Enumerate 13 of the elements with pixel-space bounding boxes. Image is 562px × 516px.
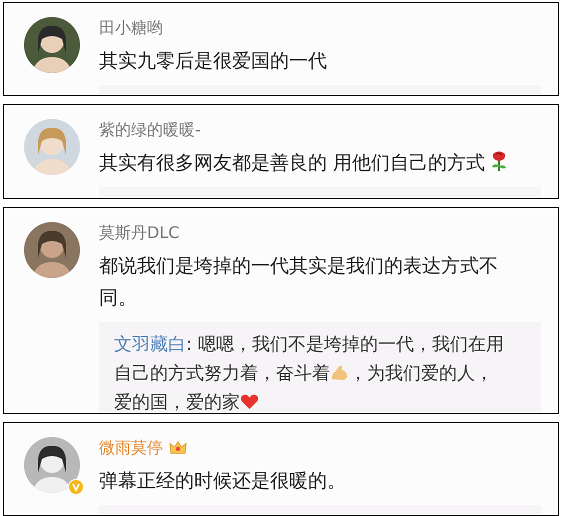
comment-text: 其实有很多网友都是善良的 用他们自己的方式 <box>99 147 519 180</box>
reply-author[interactable]: 文羽藏白 <box>114 334 186 355</box>
author-name[interactable]: 莫斯丹DLC <box>99 222 180 244</box>
comment-text: 其实九零后是很爱国的一代 <box>99 49 328 74</box>
heart-icon <box>240 392 259 410</box>
flexed-arm-icon <box>330 364 349 381</box>
author-name[interactable]: 微雨莫停 <box>99 436 163 459</box>
author-name[interactable]: 紫的绿的暖暖- <box>99 119 201 142</box>
author-name[interactable]: 田小糖哟 <box>99 17 163 39</box>
comment-text: 都说我们是垮掉的一代其实是我们的表达方式不同。 <box>99 254 499 311</box>
crown-icon <box>169 440 187 456</box>
comment-text: 弹幕正经的时候还是很暖的。 <box>99 468 347 494</box>
reply-text: 文羽藏白: 嗯嗯，我们不是垮掉的一代，我们在用自己的方式努力着，奋斗着 ，为我们爱的人，爱的国，爱的家 <box>114 332 505 413</box>
